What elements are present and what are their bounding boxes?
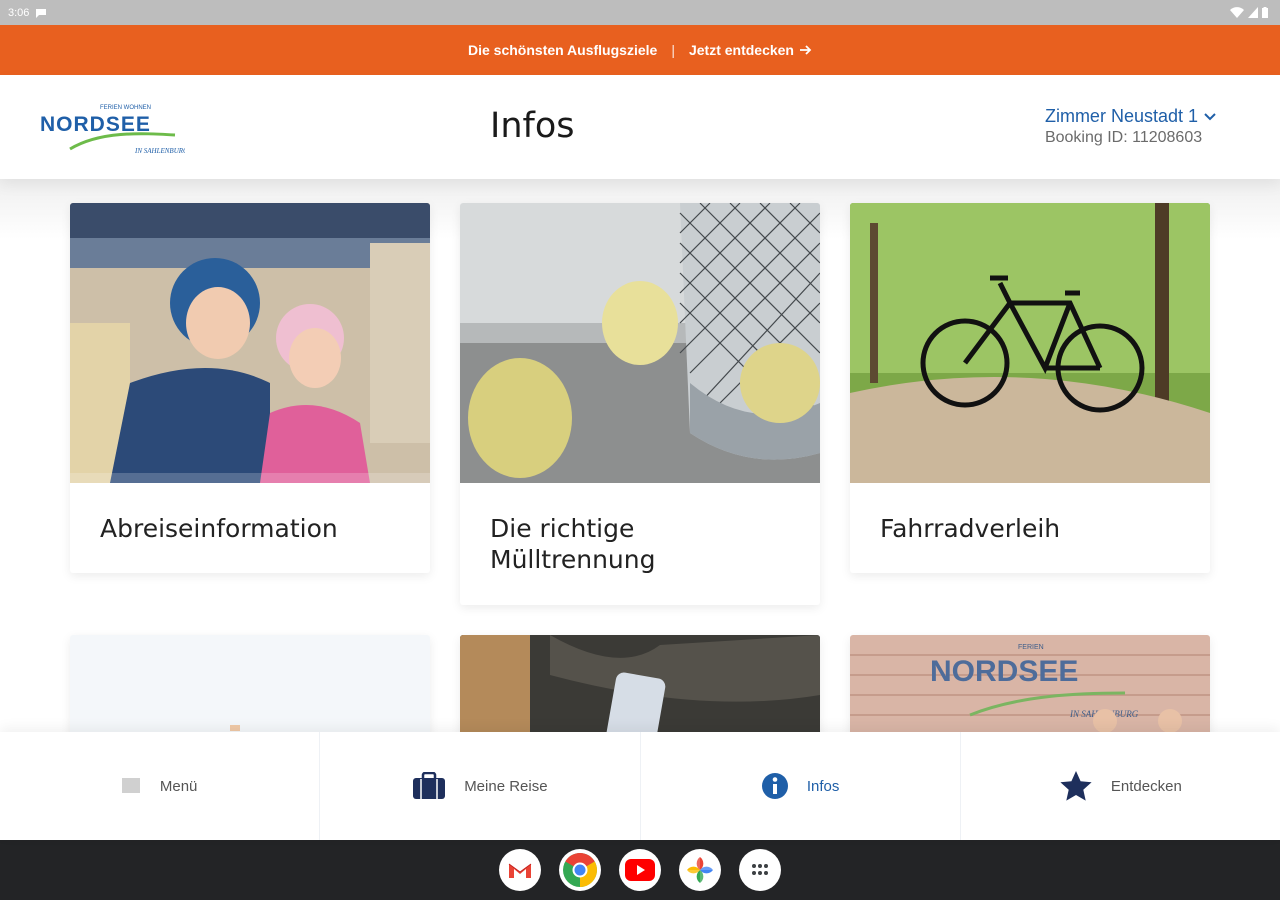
card-image-phone [460, 635, 820, 732]
booking-id: Booking ID: 11208603 [1044, 129, 1203, 146]
battery-icon [1262, 7, 1268, 18]
logo-top-text: FERIEN WOHNEN [100, 105, 151, 111]
chrome-icon[interactable] [559, 849, 601, 891]
info-grid: Abreiseinformation Die richtige Mülltren… [0, 179, 1280, 732]
wall-logo-top: FERIEN [1018, 644, 1044, 651]
card-image-light [70, 635, 430, 732]
info-card-5[interactable] [460, 635, 820, 732]
info-card-6[interactable]: FERIEN NORDSEE IN SAHLENBURG [850, 635, 1210, 732]
gmail-icon[interactable] [499, 849, 541, 891]
card-image-wastebasket [460, 203, 820, 483]
wall-logo-brand: NORDSEE [930, 655, 1078, 688]
app-header: FERIEN WOHNEN NORDSEE IN SAHLENBURG Info… [0, 75, 1280, 179]
nav-label-menu: Menü [159, 777, 198, 795]
nav-item-discover[interactable]: Entdecken [961, 732, 1280, 840]
nav-item-menu[interactable]: Menü [0, 732, 321, 840]
youtube-icon[interactable] [619, 849, 661, 891]
page-title: Infos [490, 106, 575, 146]
nav-label-discover: Entdecken [1110, 777, 1182, 795]
booking-info: Zimmer Neustadt 1 Booking ID: 11208603 [1045, 106, 1216, 147]
bottom-navigation: Menü Meine Reise Infos Entdecken [0, 732, 1280, 840]
info-card-bike-rental[interactable]: Fahrradverleih [850, 203, 1210, 573]
info-icon [761, 773, 788, 799]
card-label: Die richtige Mülltrennung [490, 514, 656, 574]
status-time: 3:06 [8, 6, 30, 19]
info-card-waste-sorting[interactable]: Die richtige Mülltrennung [460, 203, 820, 605]
star-icon [1060, 771, 1092, 801]
nav-item-infos[interactable]: Infos [641, 732, 961, 840]
card-image-children [70, 203, 430, 483]
chat-notification-icon [36, 8, 47, 18]
nav-label-infos: Infos [806, 777, 840, 795]
briefcase-icon [413, 772, 446, 799]
info-card-4[interactable] [70, 635, 430, 732]
banner-discover-link[interactable]: Jetzt entdecken [689, 42, 812, 58]
chevron-down-icon [1204, 112, 1216, 120]
card-label: Abreiseinformation [100, 514, 338, 543]
room-selector[interactable]: Zimmer Neustadt 1 [1045, 106, 1216, 127]
promo-banner: Die schönsten Ausflugsziele | Jetzt entd… [0, 25, 1280, 75]
app-drawer-icon[interactable] [739, 849, 781, 891]
status-bar: 3:06 [0, 0, 1280, 25]
card-label: Fahrradverleih [880, 514, 1061, 543]
nav-label-my-trip: Meine Reise [464, 777, 548, 795]
signal-icon [1248, 7, 1258, 18]
menu-icon [121, 778, 140, 793]
nav-item-my-trip[interactable]: Meine Reise [320, 732, 641, 840]
info-card-departure[interactable]: Abreiseinformation [70, 203, 430, 573]
card-image-brick-wall: FERIEN NORDSEE IN SAHLENBURG [850, 635, 1210, 732]
banner-link-label: Jetzt entdecken [688, 42, 794, 58]
nordsee-logo[interactable]: FERIEN WOHNEN NORDSEE IN SAHLENBURG [40, 103, 188, 159]
system-dock [0, 840, 1280, 900]
wifi-icon [1230, 7, 1244, 18]
photos-icon[interactable] [679, 849, 721, 891]
logo-tagline: IN SAHLENBURG [134, 147, 185, 155]
banner-separator: | [671, 42, 675, 58]
card-image-bicycle [850, 203, 1210, 483]
arrow-right-icon [800, 45, 812, 55]
banner-text: Die schönsten Ausflugsziele [468, 42, 658, 58]
room-name: Zimmer Neustadt 1 [1044, 106, 1198, 126]
